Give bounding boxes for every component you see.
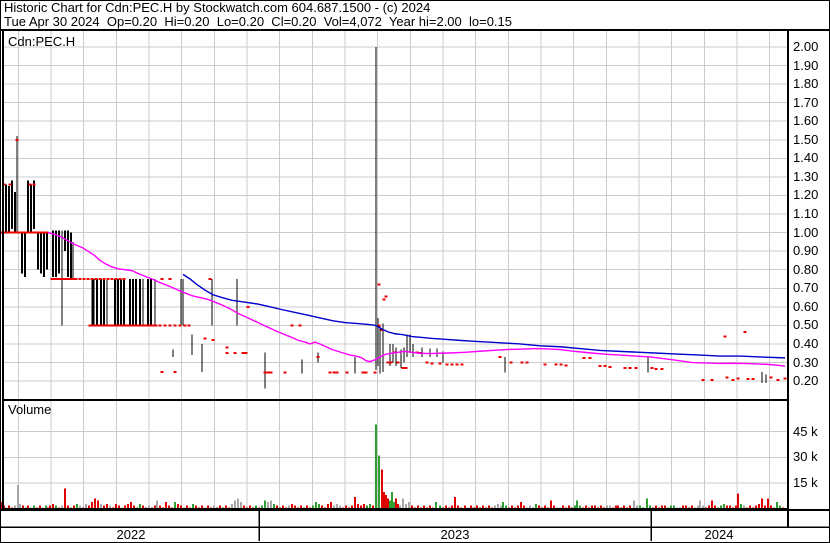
long-moving-average-line bbox=[182, 273, 786, 359]
volume-tick-label: 15 k bbox=[793, 475, 818, 490]
stockwatch-historic-chart-window: Historic Chart for Cdn:PEC.H by Stockwat… bbox=[0, 0, 830, 543]
price-tick-label: 1.50 bbox=[793, 132, 819, 147]
price-tick-label: 0.90 bbox=[793, 243, 819, 258]
price-tick-label: 1.90 bbox=[793, 58, 819, 73]
price-tick-label: 1.40 bbox=[793, 150, 819, 165]
volume-panel-label: Volume bbox=[8, 402, 52, 417]
symbol-label: Cdn:PEC.H bbox=[8, 34, 76, 49]
price-tick-label: 1.30 bbox=[793, 169, 819, 184]
chart-canvas bbox=[0, 0, 830, 543]
year-label: 2022 bbox=[116, 527, 146, 542]
price-tick-label: 1.80 bbox=[793, 76, 819, 91]
volume-tick-label: 30 k bbox=[793, 449, 818, 464]
price-tick-label: 1.20 bbox=[793, 187, 819, 202]
price-tick-label: 1.70 bbox=[793, 95, 819, 110]
year-label: 2024 bbox=[704, 527, 734, 542]
price-tick-label: 0.80 bbox=[793, 262, 819, 277]
volume-bars bbox=[1, 424, 784, 509]
panel-borders bbox=[0, 0, 830, 543]
volume-tick-label: 45 k bbox=[793, 424, 818, 439]
price-tick-label: 1.60 bbox=[793, 113, 819, 128]
price-tick-label: 0.70 bbox=[793, 280, 819, 295]
price-tick-label: 0.60 bbox=[793, 299, 819, 314]
price-tick-label: 0.40 bbox=[793, 336, 819, 351]
price-tick-label: 0.50 bbox=[793, 317, 819, 332]
year-label: 2023 bbox=[440, 527, 470, 542]
price-tick-label: 1.00 bbox=[793, 225, 819, 240]
price-tick-label: 2.00 bbox=[793, 39, 819, 54]
price-tick-label: 1.10 bbox=[793, 206, 819, 221]
price-tick-label: 0.20 bbox=[793, 373, 819, 388]
price-tick-label: 0.30 bbox=[793, 355, 819, 370]
short-moving-average-line bbox=[47, 231, 786, 367]
